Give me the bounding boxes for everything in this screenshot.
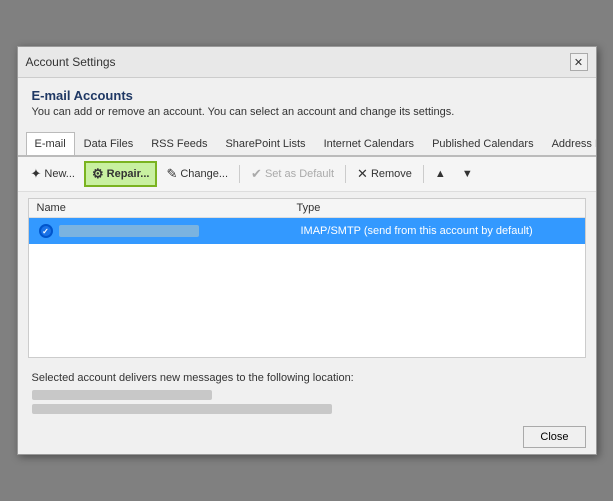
- account-name-blurred: [59, 225, 199, 237]
- remove-label: Remove: [371, 168, 412, 180]
- move-down-button[interactable]: ▼: [455, 164, 480, 184]
- blurred-line-1: [32, 390, 212, 400]
- repair-label: Repair...: [107, 168, 150, 180]
- account-type: IMAP/SMTP (send from this account by def…: [301, 225, 577, 237]
- tab-internet-calendars[interactable]: Internet Calendars: [315, 132, 424, 157]
- tab-email[interactable]: E-mail: [26, 132, 75, 157]
- remove-icon: ✕: [357, 166, 368, 182]
- footer-description: Selected account delivers new messages t…: [32, 372, 582, 384]
- tab-published-calendars[interactable]: Published Calendars: [423, 132, 543, 157]
- toolbar-separator-2: [345, 165, 346, 183]
- tab-sharepoint-lists[interactable]: SharePoint Lists: [216, 132, 314, 157]
- change-button[interactable]: ✎ Change...: [159, 162, 235, 186]
- account-check-icon: [37, 222, 55, 240]
- set-default-button[interactable]: ✔ Set as Default: [244, 162, 341, 186]
- down-icon: ▼: [462, 168, 473, 180]
- toolbar: ✦ New... ⚙ Repair... ✎ Change... ✔ Set a…: [18, 157, 596, 192]
- change-label: Change...: [180, 168, 228, 180]
- table-header: Name Type: [29, 199, 585, 218]
- window-close-button[interactable]: ✕: [570, 53, 588, 71]
- header-title: E-mail Accounts: [32, 88, 582, 103]
- bottom-button-area: Close: [18, 422, 596, 454]
- repair-button[interactable]: ⚙ Repair...: [84, 161, 157, 187]
- name-column-header: Name: [37, 202, 297, 214]
- close-button[interactable]: Close: [523, 426, 585, 448]
- set-default-icon: ✔: [251, 166, 262, 182]
- change-icon: ✎: [166, 166, 177, 182]
- table-row[interactable]: IMAP/SMTP (send from this account by def…: [29, 218, 585, 244]
- up-icon: ▲: [435, 168, 446, 180]
- repair-icon: ⚙: [92, 166, 104, 182]
- tab-address-books[interactable]: Address Books: [543, 132, 596, 157]
- account-settings-window: Account Settings ✕ E-mail Accounts You c…: [17, 46, 597, 455]
- tab-rss-feeds[interactable]: RSS Feeds: [142, 132, 216, 157]
- default-account-indicator: [39, 224, 53, 238]
- toolbar-separator-1: [239, 165, 240, 183]
- type-column-header: Type: [297, 202, 577, 214]
- title-bar: Account Settings ✕: [18, 47, 596, 78]
- footer-section: Selected account delivers new messages t…: [18, 364, 596, 422]
- window-title: Account Settings: [26, 55, 116, 69]
- tab-data-files[interactable]: Data Files: [75, 132, 143, 157]
- new-icon: ✦: [31, 166, 42, 182]
- new-label: New...: [44, 168, 75, 180]
- move-up-button[interactable]: ▲: [428, 164, 453, 184]
- remove-button[interactable]: ✕ Remove: [350, 162, 419, 186]
- toolbar-separator-3: [423, 165, 424, 183]
- set-default-label: Set as Default: [265, 168, 334, 180]
- footer-blurred-info: [32, 390, 582, 414]
- blurred-line-2: [32, 404, 332, 414]
- header-description: You can add or remove an account. You ca…: [32, 106, 582, 118]
- header-section: E-mail Accounts You can add or remove an…: [18, 78, 596, 126]
- account-name: [59, 225, 301, 237]
- accounts-table: Name Type IMAP/SMTP (send from this acco…: [28, 198, 586, 358]
- tabs-container: E-mail Data Files RSS Feeds SharePoint L…: [18, 130, 596, 157]
- new-button[interactable]: ✦ New...: [24, 162, 82, 186]
